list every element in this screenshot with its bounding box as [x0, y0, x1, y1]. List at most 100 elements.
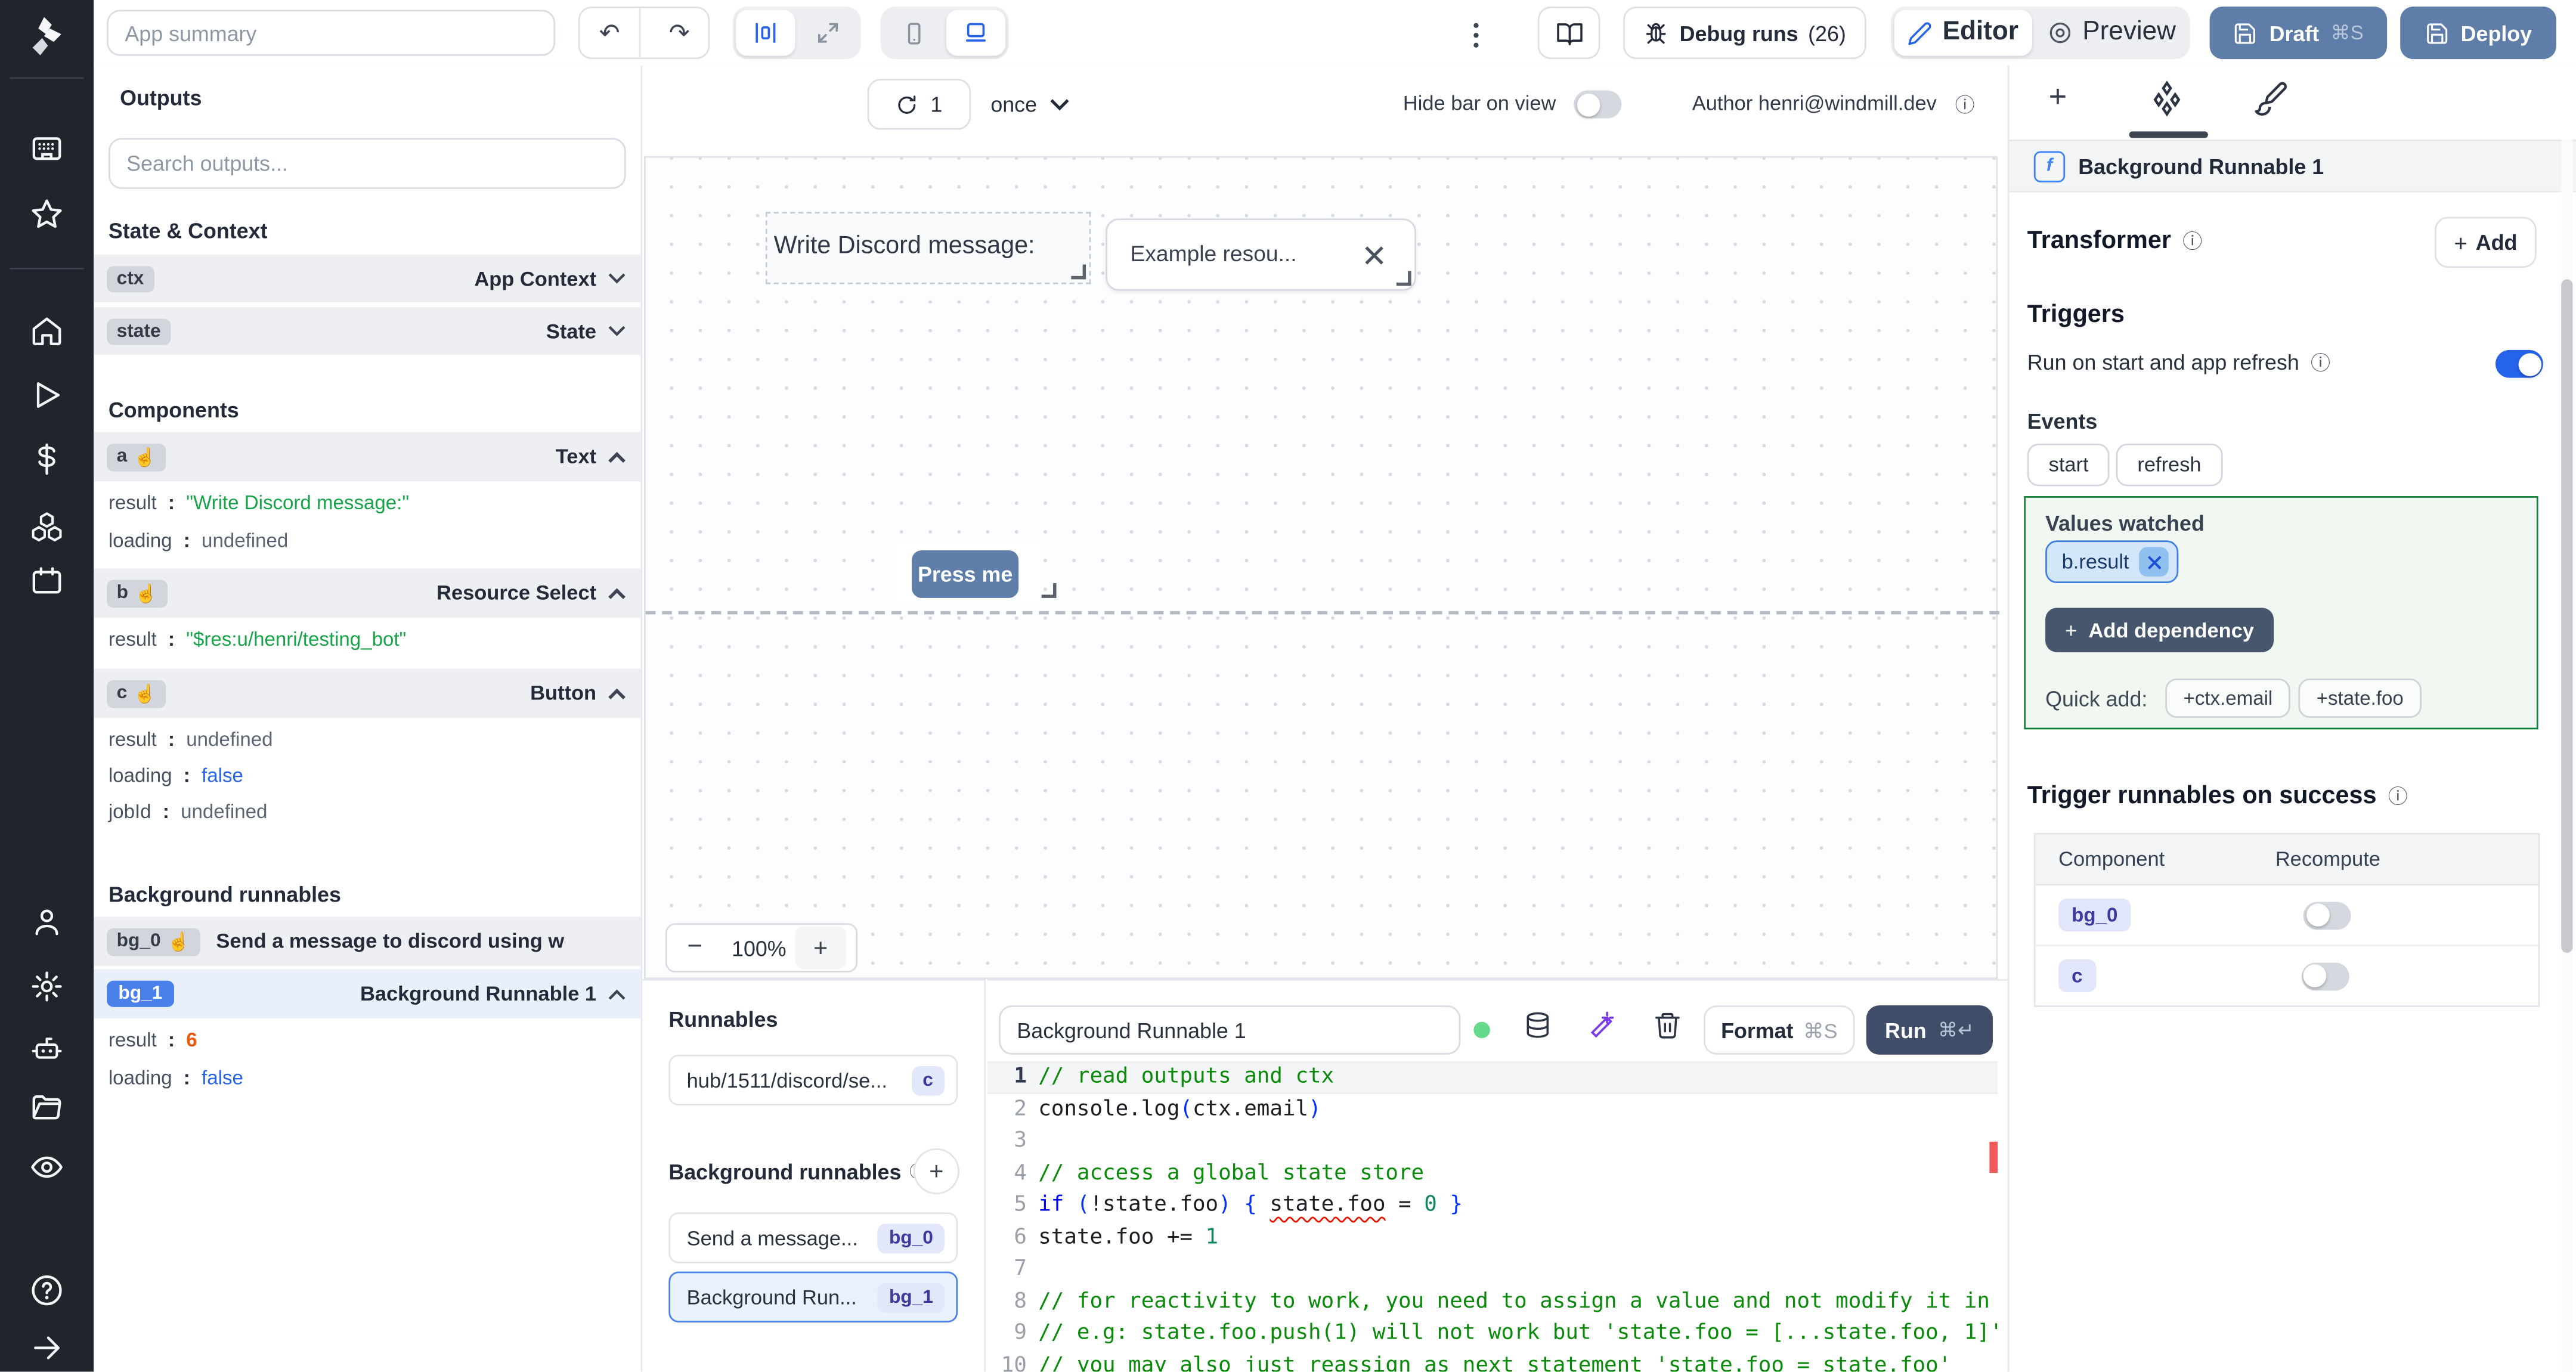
tab-editor[interactable]: Editor [1894, 10, 2033, 56]
delete-trash-icon[interactable] [1653, 1010, 1683, 1040]
resource-select-component[interactable]: Example resou... [1106, 218, 1416, 291]
cache-database-icon[interactable] [1523, 1010, 1553, 1040]
workspace-icon[interactable] [30, 131, 64, 166]
info-icon[interactable]: ⓘ [2388, 782, 2408, 810]
runnable-item-bg1-selected[interactable]: Background Run... bg_1 [668, 1271, 958, 1323]
info-icon[interactable]: ⓘ [2182, 227, 2202, 255]
more-menu-icon[interactable] [1473, 23, 1479, 48]
recompute-toggle-c[interactable] [2301, 962, 2349, 990]
runnable-item-c[interactable]: hub/1511/discord/se... c [668, 1054, 958, 1106]
text-component[interactable]: Write Discord message: [765, 212, 1091, 284]
settings-components-tab-icon[interactable] [2147, 79, 2187, 118]
app-canvas[interactable]: Write Discord message: Example resou... … [643, 156, 1999, 980]
runnable-name-input[interactable] [999, 1005, 1461, 1055]
output-row-bg1[interactable]: bg_1 Background Runnable 1 [94, 969, 641, 1019]
favorites-star-icon[interactable] [30, 197, 64, 232]
docs-book-button[interactable] [1537, 7, 1600, 60]
run-on-start-toggle[interactable] [2495, 349, 2543, 378]
refresh-count-control[interactable]: 1 [867, 79, 971, 130]
button-component-cell[interactable]: Press me [897, 543, 1057, 605]
resize-handle[interactable] [1041, 583, 1057, 598]
fullscreen-layout-button[interactable] [798, 10, 857, 56]
clear-selection-icon[interactable] [1364, 245, 1385, 267]
chevron-up-icon[interactable] [608, 451, 626, 462]
mobile-view-button[interactable] [884, 10, 943, 56]
scrollbar-thumb[interactable] [2561, 279, 2573, 953]
draft-button[interactable]: Draft ⌘S [2209, 7, 2388, 60]
help-icon[interactable] [30, 1273, 64, 1308]
debug-runs-button[interactable]: Debug runs (26) [1623, 7, 1866, 60]
output-row-state[interactable]: state State [94, 307, 641, 355]
component-row-b[interactable]: b ☝ Resource Select [94, 568, 641, 618]
code-area[interactable]: 1 2 3 4 5 6 7 8 9 10 // read outputs and ctx conso… [987, 1061, 1998, 1372]
line-numbers: 1 2 3 4 5 6 7 8 9 10 [1001, 1064, 1027, 1372]
tab-preview[interactable]: Preview [2036, 10, 2187, 56]
code-line: // you may also just reassign as next st… [1038, 1352, 1952, 1372]
chevron-down-icon[interactable] [608, 272, 626, 284]
chevron-up-icon[interactable] [608, 988, 626, 999]
styling-brush-tab-icon[interactable] [2252, 80, 2289, 117]
resize-handle[interactable] [1396, 271, 1411, 286]
app-window: ↶ ↷ Debug runs(26) Editor Preview [0, 0, 2576, 1372]
remove-dependency-icon[interactable] [2139, 547, 2169, 577]
zoom-in-button[interactable]: + [795, 926, 846, 970]
add-transformer-button[interactable]: + Add [2435, 216, 2537, 268]
code-line: // read outputs and ctx [1038, 1064, 1335, 1089]
format-button[interactable]: Format ⌘S [1704, 1005, 1855, 1055]
topbar: ↶ ↷ Debug runs(26) Editor Preview [94, 0, 2576, 67]
redo-button[interactable]: ↷ [651, 8, 708, 58]
bg-runnables-header: Background runnables ⓘ [668, 1158, 927, 1184]
workers-robot-icon[interactable] [30, 1032, 64, 1066]
add-dependency-button[interactable]: + Add dependency [2045, 608, 2274, 652]
users-icon[interactable] [30, 905, 64, 940]
c-badge: c [911, 1065, 945, 1095]
info-icon[interactable]: ⓘ [2311, 348, 2330, 376]
quick-add-label: Quick add: [2045, 686, 2148, 711]
audit-eye-icon[interactable] [30, 1150, 64, 1185]
state-badge: state [107, 318, 171, 345]
undo-button[interactable]: ↶ [580, 8, 641, 58]
chevron-up-icon[interactable] [608, 587, 626, 599]
output-row-ctx[interactable]: ctx App Context [94, 255, 641, 302]
run-button[interactable]: Run ⌘↵ [1866, 1005, 1993, 1055]
runnable-item-bg0[interactable]: Send a message... bg_0 [668, 1212, 958, 1263]
search-outputs-input[interactable] [108, 138, 626, 189]
variables-dollar-icon[interactable] [30, 442, 64, 476]
home-icon[interactable] [30, 314, 64, 348]
component-row-a[interactable]: a ☝ Text [94, 432, 641, 482]
chevron-down-icon[interactable] [608, 326, 626, 337]
app-summary-input[interactable] [107, 10, 556, 56]
run-mode-dropdown[interactable]: once [990, 79, 1070, 129]
output-row-bg0[interactable]: bg_0☝ Send a message to discord using we… [94, 916, 641, 966]
folders-icon[interactable] [30, 1091, 64, 1125]
zoom-out-button[interactable]: − [667, 933, 723, 963]
desktop-view-button[interactable] [946, 10, 1006, 56]
resize-handle[interactable] [1071, 264, 1086, 280]
recompute-toggle-bg0[interactable] [2303, 901, 2351, 930]
schedules-calendar-icon[interactable] [30, 563, 64, 598]
collapse-arrow-icon[interactable] [30, 1331, 64, 1365]
table-row-bg0: bg_0 [2035, 885, 2538, 946]
b-badge: b ☝ [107, 579, 168, 608]
add-background-runnable-button[interactable]: + [913, 1148, 959, 1194]
insert-plus-tab[interactable]: + [2049, 80, 2067, 117]
component-row-c[interactable]: c ☝ Button [94, 668, 641, 718]
chevron-up-icon[interactable] [608, 687, 626, 699]
dependency-chip[interactable]: b.result [2045, 540, 2179, 584]
author-label: Author henri@windmill.dev [1692, 92, 1937, 115]
table-header: Component Recompute [2035, 834, 2538, 885]
press-me-button[interactable]: Press me [912, 550, 1019, 598]
settings-gear-icon[interactable] [30, 970, 64, 1004]
quick-add-state-foo[interactable]: +state.foo [2298, 678, 2422, 718]
windmill-logo[interactable] [23, 13, 69, 59]
app-height-divider[interactable] [645, 611, 1999, 615]
author-info-icon[interactable]: ⓘ [1955, 91, 1975, 119]
ai-wand-icon[interactable] [1589, 1010, 1618, 1040]
centered-layout-button[interactable] [736, 10, 795, 56]
deploy-button[interactable]: Deploy [2400, 7, 2556, 60]
runs-play-icon[interactable] [30, 378, 64, 413]
hide-bar-toggle[interactable] [1574, 90, 1622, 119]
bg1-result: result:6 [108, 1028, 197, 1052]
resources-boxes-icon[interactable] [30, 509, 64, 544]
quick-add-ctx-email[interactable]: +ctx.email [2165, 678, 2291, 718]
